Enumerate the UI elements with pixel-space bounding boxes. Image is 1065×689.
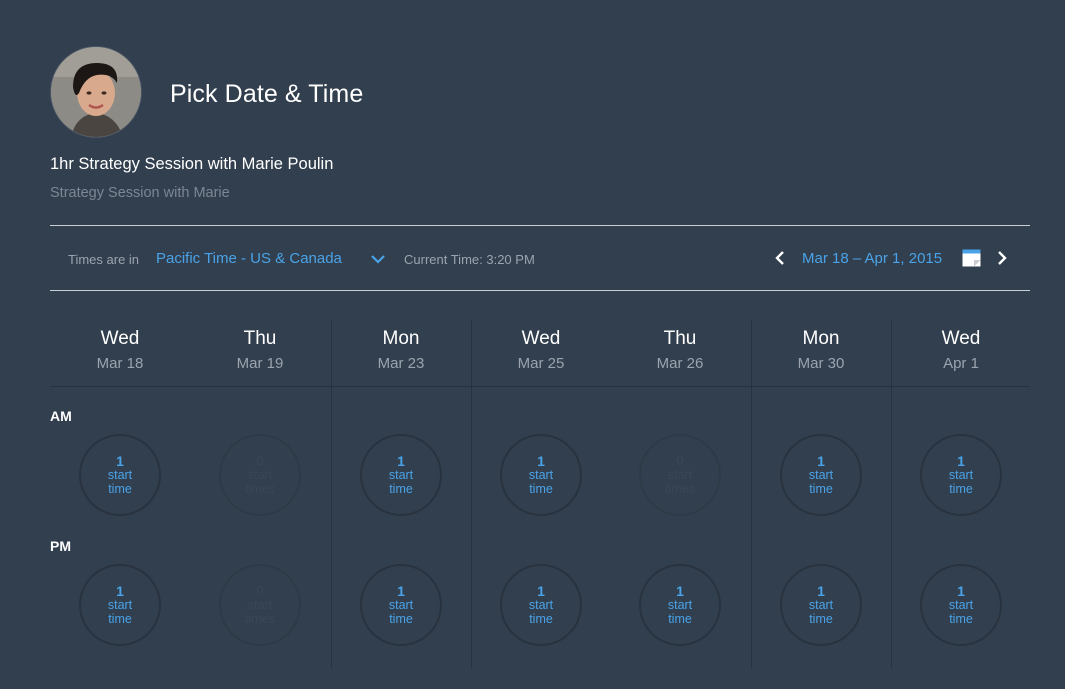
- slot-count: 0: [256, 453, 264, 468]
- slot-am-mar25[interactable]: 1 start time: [500, 434, 582, 516]
- slot-label: time: [529, 482, 553, 496]
- slot-label: times: [245, 482, 275, 496]
- slot-pm-mar25[interactable]: 1 start time: [500, 564, 582, 646]
- slot-label: start: [247, 468, 273, 482]
- chevron-left-icon[interactable]: [774, 250, 786, 271]
- slot-label: time: [809, 612, 833, 626]
- day-date: Mar 30: [797, 355, 845, 372]
- slot-label: time: [389, 482, 413, 496]
- slot-label: start: [107, 468, 133, 482]
- slot-am-mar18[interactable]: 1 start time: [79, 434, 161, 516]
- slot-label: start: [388, 598, 414, 612]
- date-range[interactable]: Mar 18 – Apr 1, 2015: [802, 250, 942, 267]
- day-date: Mar 18: [96, 355, 144, 372]
- slot-label: start: [667, 598, 693, 612]
- week-separator: [891, 320, 892, 668]
- day-name: Thu: [663, 328, 697, 349]
- chevron-right-icon[interactable]: [996, 250, 1008, 271]
- day-name: Wed: [521, 328, 561, 349]
- slot-pm-mar18[interactable]: 1 start time: [79, 564, 161, 646]
- slot-label: start: [948, 598, 974, 612]
- day-date: Mar 25: [517, 355, 565, 372]
- calendar-icon[interactable]: [962, 249, 981, 272]
- slot-label: time: [949, 482, 973, 496]
- slot-label: start: [388, 468, 414, 482]
- day-name: Mon: [802, 328, 840, 349]
- slot-am-apr1[interactable]: 1 start time: [920, 434, 1002, 516]
- slot-label: start: [107, 598, 133, 612]
- slot-count: 1: [817, 453, 825, 469]
- day-header: Wed Apr 1: [891, 328, 1031, 372]
- slot-am-mar23[interactable]: 1 start time: [360, 434, 442, 516]
- day-header: Wed Mar 18: [50, 328, 190, 372]
- event-subtitle: Strategy Session with Marie: [50, 185, 230, 201]
- slot-count: 1: [116, 453, 124, 469]
- divider-top: [50, 225, 1030, 226]
- day-date: Apr 1: [943, 355, 979, 372]
- slot-pm-mar26[interactable]: 1 start time: [639, 564, 721, 646]
- avatar: [50, 46, 142, 138]
- slot-label: times: [245, 612, 275, 626]
- slot-label: time: [389, 612, 413, 626]
- slot-label: start: [808, 468, 834, 482]
- slot-count: 1: [397, 453, 405, 469]
- scheduler-page: Pick Date & Time 1hr Strategy Session wi…: [0, 0, 1065, 689]
- slot-label: start: [528, 468, 554, 482]
- slot-count: 1: [817, 583, 825, 599]
- day-name: Thu: [243, 328, 277, 349]
- day-header: Mon Mar 23: [331, 328, 471, 372]
- slot-count: 1: [537, 453, 545, 469]
- slot-am-mar26: 0 start times: [639, 434, 721, 516]
- slot-am-mar30[interactable]: 1 start time: [780, 434, 862, 516]
- slot-pm-mar19: 0 start times: [219, 564, 301, 646]
- slot-count: 1: [957, 453, 965, 469]
- timezone-label: Times are in: [68, 252, 140, 267]
- pm-label: PM: [50, 538, 71, 554]
- slot-pm-apr1[interactable]: 1 start time: [920, 564, 1002, 646]
- current-time: Current Time: 3:20 PM: [404, 252, 535, 267]
- slot-label: time: [529, 612, 553, 626]
- slot-count: 1: [957, 583, 965, 599]
- day-date: Mar 23: [377, 355, 425, 372]
- page-title: Pick Date & Time: [170, 80, 364, 108]
- slot-am-mar19: 0 start times: [219, 434, 301, 516]
- day-header: Mon Mar 30: [751, 328, 891, 372]
- day-header: Thu Mar 26: [610, 328, 750, 372]
- week-separator: [751, 320, 752, 668]
- day-name: Wed: [100, 328, 140, 349]
- week-separator: [331, 320, 332, 668]
- slot-pm-mar23[interactable]: 1 start time: [360, 564, 442, 646]
- day-name: Mon: [382, 328, 420, 349]
- divider-toolbar: [50, 290, 1030, 291]
- slot-label: start: [528, 598, 554, 612]
- slot-count: 1: [537, 583, 545, 599]
- day-header: Wed Mar 25: [471, 328, 611, 372]
- slot-label: time: [809, 482, 833, 496]
- day-name: Wed: [941, 328, 981, 349]
- week-separator: [471, 320, 472, 668]
- slot-label: start: [247, 598, 273, 612]
- slot-count: 1: [397, 583, 405, 599]
- slot-pm-mar30[interactable]: 1 start time: [780, 564, 862, 646]
- header-separator: [50, 386, 1030, 387]
- slot-count: 0: [676, 453, 684, 468]
- slot-count: 1: [676, 583, 684, 599]
- slot-label: time: [668, 612, 692, 626]
- timezone-select[interactable]: Pacific Time - US & Canada: [156, 250, 342, 267]
- slot-label: time: [949, 612, 973, 626]
- chevron-down-icon[interactable]: [370, 252, 386, 270]
- slot-label: time: [108, 612, 132, 626]
- slot-label: start: [948, 468, 974, 482]
- event-title: 1hr Strategy Session with Marie Poulin: [50, 155, 334, 173]
- slot-label: time: [108, 482, 132, 496]
- slot-label: start: [808, 598, 834, 612]
- slot-count: 0: [256, 583, 264, 598]
- slot-label: start: [667, 468, 693, 482]
- am-label: AM: [50, 408, 72, 424]
- day-header: Thu Mar 19: [190, 328, 330, 372]
- day-date: Mar 26: [656, 355, 704, 372]
- slot-label: times: [665, 482, 695, 496]
- slot-count: 1: [116, 583, 124, 599]
- day-date: Mar 19: [236, 355, 284, 372]
